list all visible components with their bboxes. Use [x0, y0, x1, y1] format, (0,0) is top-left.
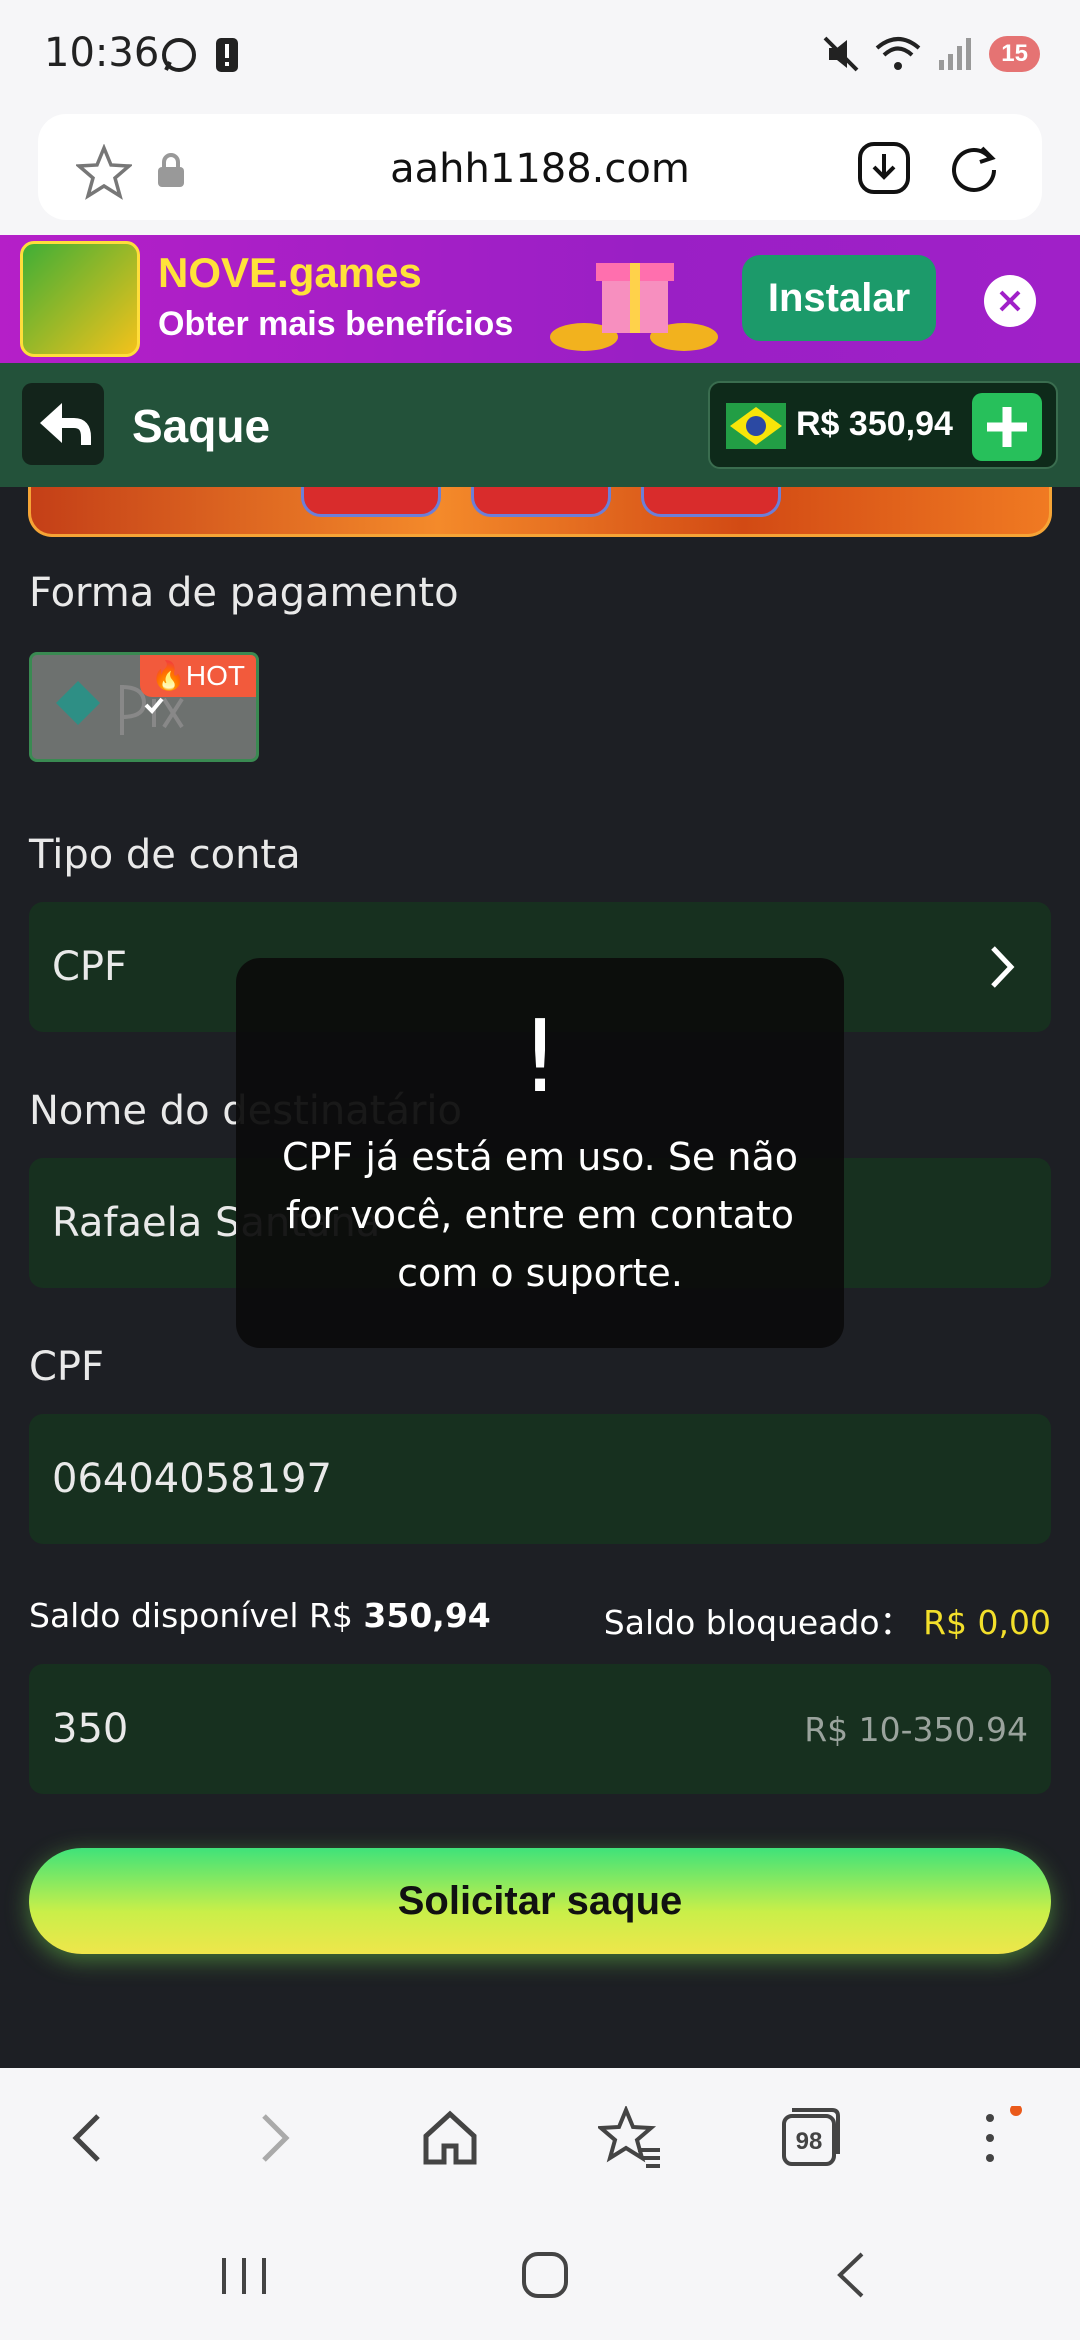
payment-method-label: Forma de pagamento	[29, 570, 459, 616]
balance-display: R$ 350,94	[708, 381, 1058, 469]
browser-bottom-bar: 98	[0, 2068, 1080, 2208]
hot-badge-label: HOT	[185, 660, 245, 691]
error-toast: ! CPF já está em uso. Se não for você, e…	[236, 958, 844, 1348]
amount-value: 350	[52, 1706, 129, 1752]
banner-slot	[301, 487, 441, 517]
blocked-balance-value: R$ 0,00	[923, 1603, 1051, 1642]
cpf-field[interactable]: 06404058197	[29, 1414, 1051, 1544]
pix-payment-option[interactable]: 🔥HOT	[29, 652, 259, 762]
promo-hero-banner	[28, 487, 1052, 537]
nove-games-logo	[20, 241, 140, 357]
install-button[interactable]: Instalar	[742, 255, 936, 341]
exclamation-icon: !	[519, 998, 561, 1115]
toast-message: CPF já está em uso. Se não for você, ent…	[281, 1135, 799, 1295]
promo-banner[interactable]: NOVE.games Obter mais benefícios Instala…	[0, 235, 1080, 363]
recent-apps-icon[interactable]	[218, 2254, 270, 2298]
page-title: Saque	[132, 400, 271, 452]
back-icon[interactable]	[58, 2106, 122, 2170]
blocked-balance: Saldo bloqueado： R$ 0,00	[604, 1596, 1051, 1644]
home-icon[interactable]	[418, 2106, 482, 2170]
home-button-icon[interactable]	[520, 2250, 570, 2300]
hot-badge: 🔥HOT	[140, 655, 256, 697]
deposit-plus-button[interactable]	[972, 393, 1042, 461]
brazil-flag-icon	[726, 403, 786, 449]
browser-toolbar: aahh1188.com	[0, 110, 1080, 235]
promo-subtitle: Obter mais benefícios	[158, 305, 514, 343]
alert-icon	[216, 38, 238, 72]
plus-icon	[987, 407, 1027, 447]
promo-title: NOVE.games	[158, 249, 422, 296]
signal-icon	[939, 38, 972, 70]
status-time: 10:36	[44, 30, 160, 76]
more-menu-icon[interactable]	[958, 2106, 1022, 2170]
battery-indicator: 15	[989, 36, 1040, 72]
download-icon[interactable]	[856, 140, 912, 196]
gift-coins-icon	[550, 263, 718, 351]
request-withdrawal-button[interactable]: Solicitar saque	[29, 1848, 1051, 1954]
account-type-label: Tipo de conta	[29, 832, 301, 878]
chevron-right-icon	[991, 946, 1015, 988]
close-promo-button[interactable]	[984, 275, 1036, 327]
whatsapp-icon	[162, 38, 196, 72]
amount-field[interactable]: 350 R$ 10-350.94	[29, 1664, 1051, 1794]
available-balance-label: Saldo disponível R$	[29, 1596, 353, 1635]
balance-amount: R$ 350,94	[796, 405, 953, 443]
bookmarks-icon[interactable]	[598, 2106, 662, 2170]
wifi-icon	[875, 37, 921, 70]
banner-slot	[641, 487, 781, 517]
back-arrow-icon	[40, 403, 91, 445]
mute-icon	[823, 36, 859, 72]
system-back-icon[interactable]	[830, 2250, 870, 2300]
available-balance-value: 350,94	[363, 1596, 491, 1635]
account-type-value: CPF	[52, 944, 128, 990]
tabs-button[interactable]: 98	[778, 2106, 842, 2170]
fire-icon: 🔥	[151, 660, 186, 691]
system-navigation-bar	[0, 2208, 1080, 2340]
tab-count: 98	[795, 2128, 823, 2155]
available-balance: Saldo disponível R$ 350,94	[29, 1596, 491, 1635]
cpf-label: CPF	[29, 1344, 105, 1390]
page-header: Saque R$ 350,94	[0, 363, 1080, 487]
status-bar: 10:36 15	[0, 0, 1080, 110]
back-button[interactable]	[22, 383, 104, 465]
forward-icon[interactable]	[240, 2106, 304, 2170]
banner-slot	[471, 487, 611, 517]
cpf-value: 06404058197	[52, 1456, 332, 1502]
url-bar[interactable]: aahh1188.com	[38, 114, 1042, 220]
blocked-balance-label: Saldo bloqueado：	[603, 1603, 913, 1642]
refresh-icon[interactable]	[946, 140, 1002, 196]
close-icon	[999, 290, 1021, 312]
amount-range-hint: R$ 10-350.94	[804, 1710, 1028, 1749]
